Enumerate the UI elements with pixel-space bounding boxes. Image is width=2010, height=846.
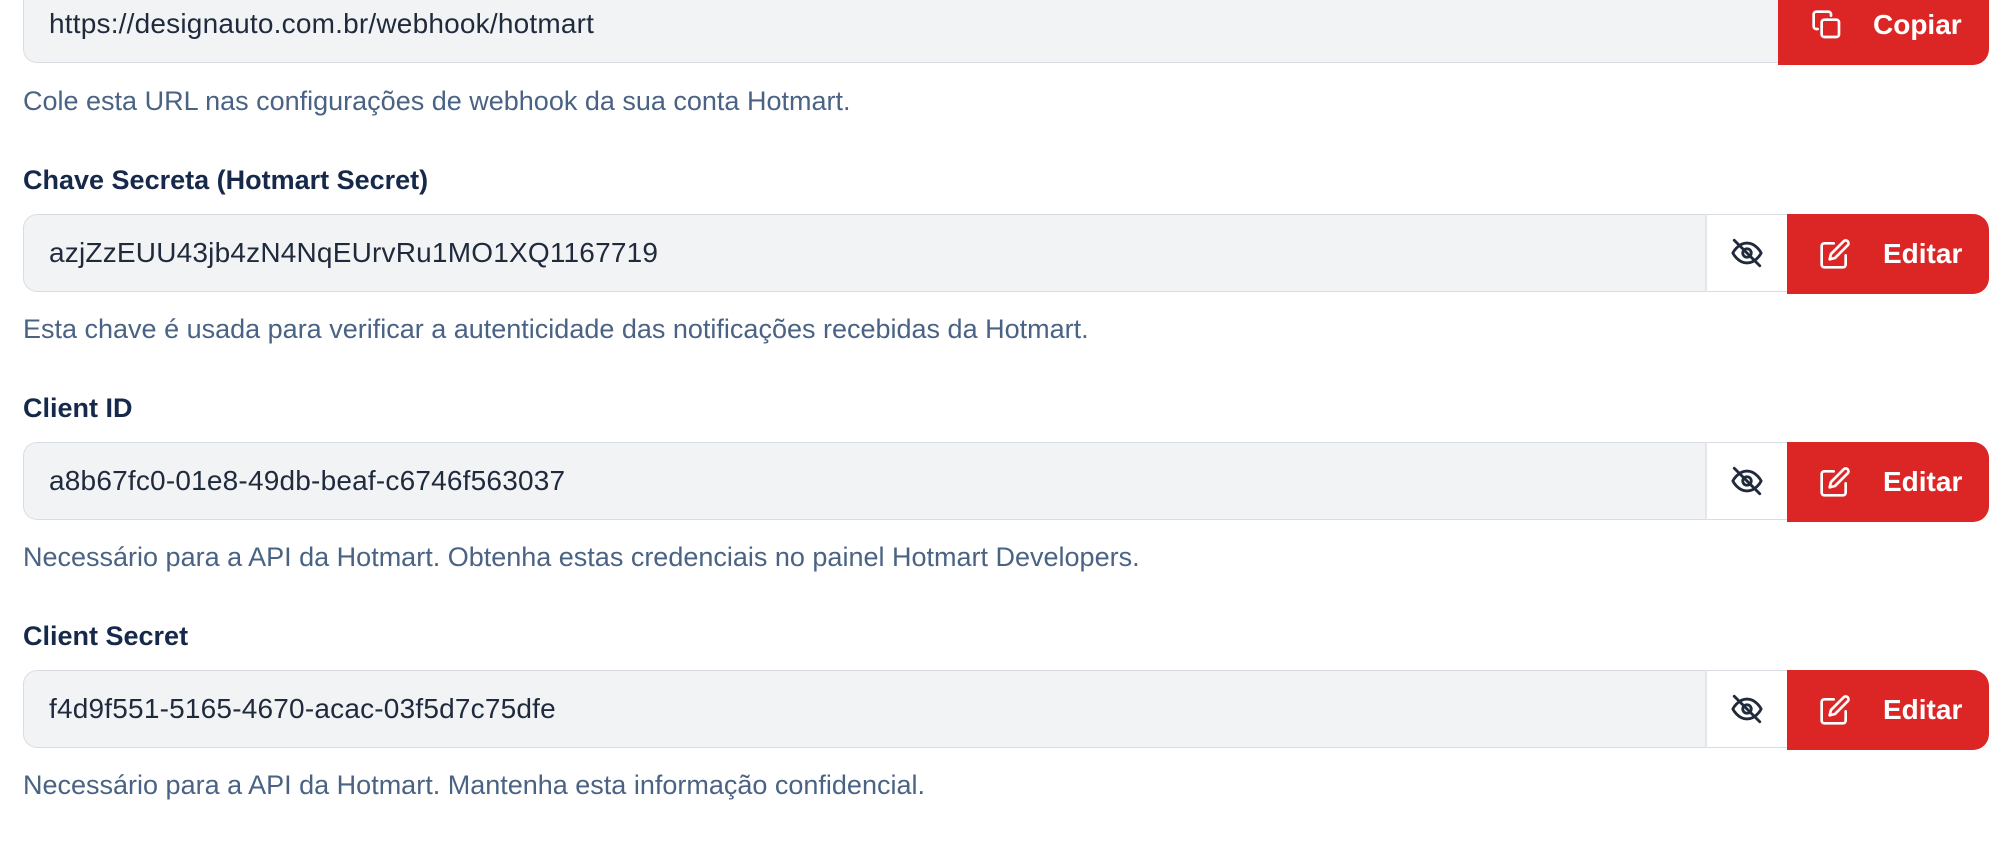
edit-icon bbox=[1819, 694, 1851, 726]
client-id-help-text: Necessário para a API da Hotmart. Obtenh… bbox=[23, 542, 1140, 572]
client-secret-help-text: Necessário para a API da Hotmart. Manten… bbox=[23, 770, 925, 800]
webhook-url-field[interactable]: https://designauto.com.br/webhook/hotmar… bbox=[23, 0, 1778, 63]
eye-off-icon bbox=[1730, 464, 1764, 498]
client-id-label: Client ID bbox=[23, 393, 133, 423]
edit-icon bbox=[1819, 466, 1851, 498]
client-id-field[interactable]: a8b67fc0-01e8-49db-beaf-c6746f563037 bbox=[23, 442, 1705, 520]
secret-row: azjZzEUU43jb4zN4NqEUrvRu1MO1XQ1167719 Ed… bbox=[23, 214, 1989, 294]
client-id-row: a8b67fc0-01e8-49db-beaf-c6746f563037 Edi… bbox=[23, 442, 1989, 522]
eye-off-icon bbox=[1730, 692, 1764, 726]
edit-client-id-button[interactable]: Editar bbox=[1787, 442, 1989, 522]
webhook-help-text: Cole esta URL nas configurações de webho… bbox=[23, 86, 851, 116]
edit-secret-button[interactable]: Editar bbox=[1787, 214, 1989, 294]
toggle-client-id-visibility-button[interactable] bbox=[1705, 442, 1787, 520]
webhook-url-row: https://designauto.com.br/webhook/hotmar… bbox=[23, 0, 1989, 65]
edit-client-secret-button-label: Editar bbox=[1883, 694, 1963, 725]
client-secret-row: f4d9f551-5165-4670-acac-03f5d7c75dfe Edi… bbox=[23, 670, 1989, 750]
edit-client-id-button-label: Editar bbox=[1883, 466, 1963, 497]
secret-field[interactable]: azjZzEUU43jb4zN4NqEUrvRu1MO1XQ1167719 bbox=[23, 214, 1705, 292]
edit-secret-button-label: Editar bbox=[1883, 238, 1963, 269]
copy-icon bbox=[1811, 9, 1843, 41]
client-secret-label: Client Secret bbox=[23, 621, 189, 651]
edit-client-secret-button[interactable]: Editar bbox=[1787, 670, 1989, 750]
copy-button-label: Copiar bbox=[1873, 9, 1962, 40]
secret-help-text: Esta chave é usada para verificar a aute… bbox=[23, 314, 1089, 344]
client-secret-field[interactable]: f4d9f551-5165-4670-acac-03f5d7c75dfe bbox=[23, 670, 1705, 748]
secret-label: Chave Secreta (Hotmart Secret) bbox=[23, 165, 429, 195]
edit-icon bbox=[1819, 238, 1851, 270]
toggle-client-secret-visibility-button[interactable] bbox=[1705, 670, 1787, 748]
toggle-secret-visibility-button[interactable] bbox=[1705, 214, 1787, 292]
eye-off-icon bbox=[1730, 236, 1764, 270]
copy-button[interactable]: Copiar bbox=[1778, 0, 1989, 65]
hotmart-settings-panel: https://designauto.com.br/webhook/hotmar… bbox=[0, 0, 2010, 846]
